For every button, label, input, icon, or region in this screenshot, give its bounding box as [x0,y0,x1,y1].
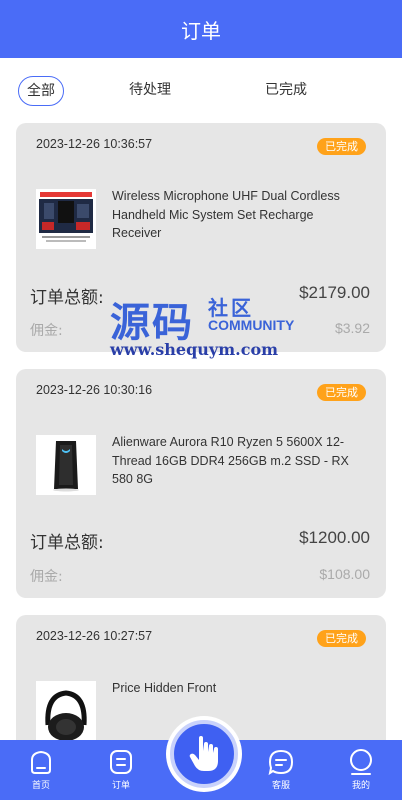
order-total-value: $1200.00 [299,528,370,547]
tab-pending[interactable]: 待处理 [129,76,171,106]
watermark-url: www.shequym.com [110,340,279,359]
nav-orders[interactable]: 订单 [96,748,146,791]
desktop-pc-product-image [36,435,96,495]
status-badge: 已完成 [317,384,366,401]
nav-profile[interactable]: 我的 [336,748,386,791]
microphone-product-image [36,189,96,249]
order-card[interactable]: 2023-12-26 10:30:16 已完成 Alienware Aurora… [16,369,386,598]
commission-value: $108.00 [319,566,370,582]
product-name: Wireless Microphone UHF Dual Cordless Ha… [112,189,340,240]
product-name: Price Hidden Front [112,681,217,695]
headphones-product-image [36,681,96,741]
commission-label: 佣金: [30,323,63,339]
nav-support[interactable]: 客服 [256,748,306,791]
status-badge: 已完成 [317,630,366,647]
product-thumbnail [36,189,96,249]
chat-icon [268,749,294,776]
order-total-label: 订单总额: [30,288,104,308]
commission-label: 佣金: [30,569,63,585]
profile-icon [350,749,372,775]
home-icon [31,750,51,774]
nav-profile-label: 我的 [351,781,370,791]
center-fab-button[interactable] [166,716,242,792]
nav-support-label: 客服 [271,781,290,791]
product-thumbnail [36,435,96,495]
order-time: 2023-12-26 10:27:57 [36,629,153,643]
page-header: 订单 [0,0,402,58]
product-name: Alienware Aurora R10 Ryzen 5 5600X 12-Th… [112,435,349,486]
status-badge: 已完成 [317,138,366,155]
tab-completed[interactable]: 已完成 [265,76,307,106]
product-thumbnail [36,681,96,741]
hand-pointer-icon [189,736,218,771]
nav-home-label: 首页 [31,781,50,791]
nav-orders-label: 订单 [111,781,130,791]
watermark-logo: 源码 社区 COMMUNITY www.shequym.com [110,290,320,360]
watermark-en: COMMUNITY [208,317,295,333]
commission-value: $3.92 [334,320,370,336]
tab-all[interactable]: 全部 [18,76,64,106]
page-title: 订单 [181,18,221,43]
nav-home[interactable]: 首页 [16,748,66,791]
order-time: 2023-12-26 10:36:57 [36,137,153,151]
orders-icon [110,750,132,774]
order-time: 2023-12-26 10:30:16 [36,383,153,397]
order-tabs: 全部 待处理 已完成 [0,76,402,106]
fab-inner [170,720,238,788]
order-total-label: 订单总额: [30,533,104,553]
